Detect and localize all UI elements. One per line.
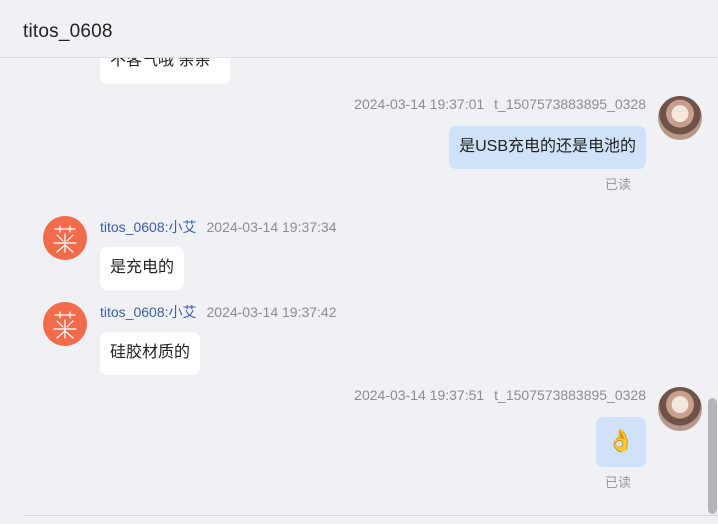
message-bubble-incoming: 硅胶材质的 xyxy=(100,332,201,375)
agent-avatar[interactable] xyxy=(43,302,87,346)
message-timestamp: 2024-03-14 19:37:42 xyxy=(206,304,337,320)
ok-hand-emoji-icon: 👌 xyxy=(607,428,635,453)
user-avatar[interactable] xyxy=(658,96,702,140)
message-timestamp: 2024-03-14 19:37:34 xyxy=(206,219,337,235)
read-status: 已读 xyxy=(605,475,632,490)
message-bubble-incoming: 不客气哦 亲亲 xyxy=(100,58,230,84)
message-meta-outgoing: 2024-03-14 19:37:01 t_1507573883895_0328 xyxy=(354,96,646,112)
message-bubble-incoming: 是充电的 xyxy=(100,247,185,290)
divider xyxy=(23,515,718,516)
emoji-bubble-outgoing: 👌 xyxy=(596,417,646,467)
read-status: 已读 xyxy=(605,177,632,192)
message-meta-incoming: titos_0608:小艾 2024-03-14 19:37:34 xyxy=(100,217,337,237)
scrollbar-thumb[interactable] xyxy=(708,398,717,514)
message-sender: titos_0608:小艾 xyxy=(100,219,197,235)
message-timestamp: 2024-03-14 19:37:51 xyxy=(354,387,485,403)
chat-title: titos_0608 xyxy=(23,21,113,42)
message-sender: t_1507573883895_0328 xyxy=(494,96,646,112)
dragonfly-logo-icon xyxy=(53,225,77,253)
message-bubble-outgoing: 是USB充电的还是电池的 xyxy=(449,126,646,169)
message-list[interactable]: 不客气哦 亲亲 2024-03-14 19:37:01 t_15075738838… xyxy=(0,58,708,514)
message-meta-incoming: titos_0608:小艾 2024-03-14 19:37:42 xyxy=(100,302,337,322)
chat-header: titos_0608 xyxy=(0,0,718,58)
message-meta-outgoing: 2024-03-14 19:37:51 t_1507573883895_0328 xyxy=(354,387,646,403)
message-timestamp: 2024-03-14 19:37:01 xyxy=(354,96,485,112)
user-avatar[interactable] xyxy=(658,387,702,431)
message-sender: t_1507573883895_0328 xyxy=(494,387,646,403)
dragonfly-logo-icon xyxy=(53,311,77,339)
agent-avatar[interactable] xyxy=(43,216,87,260)
message-sender: titos_0608:小艾 xyxy=(100,304,197,320)
